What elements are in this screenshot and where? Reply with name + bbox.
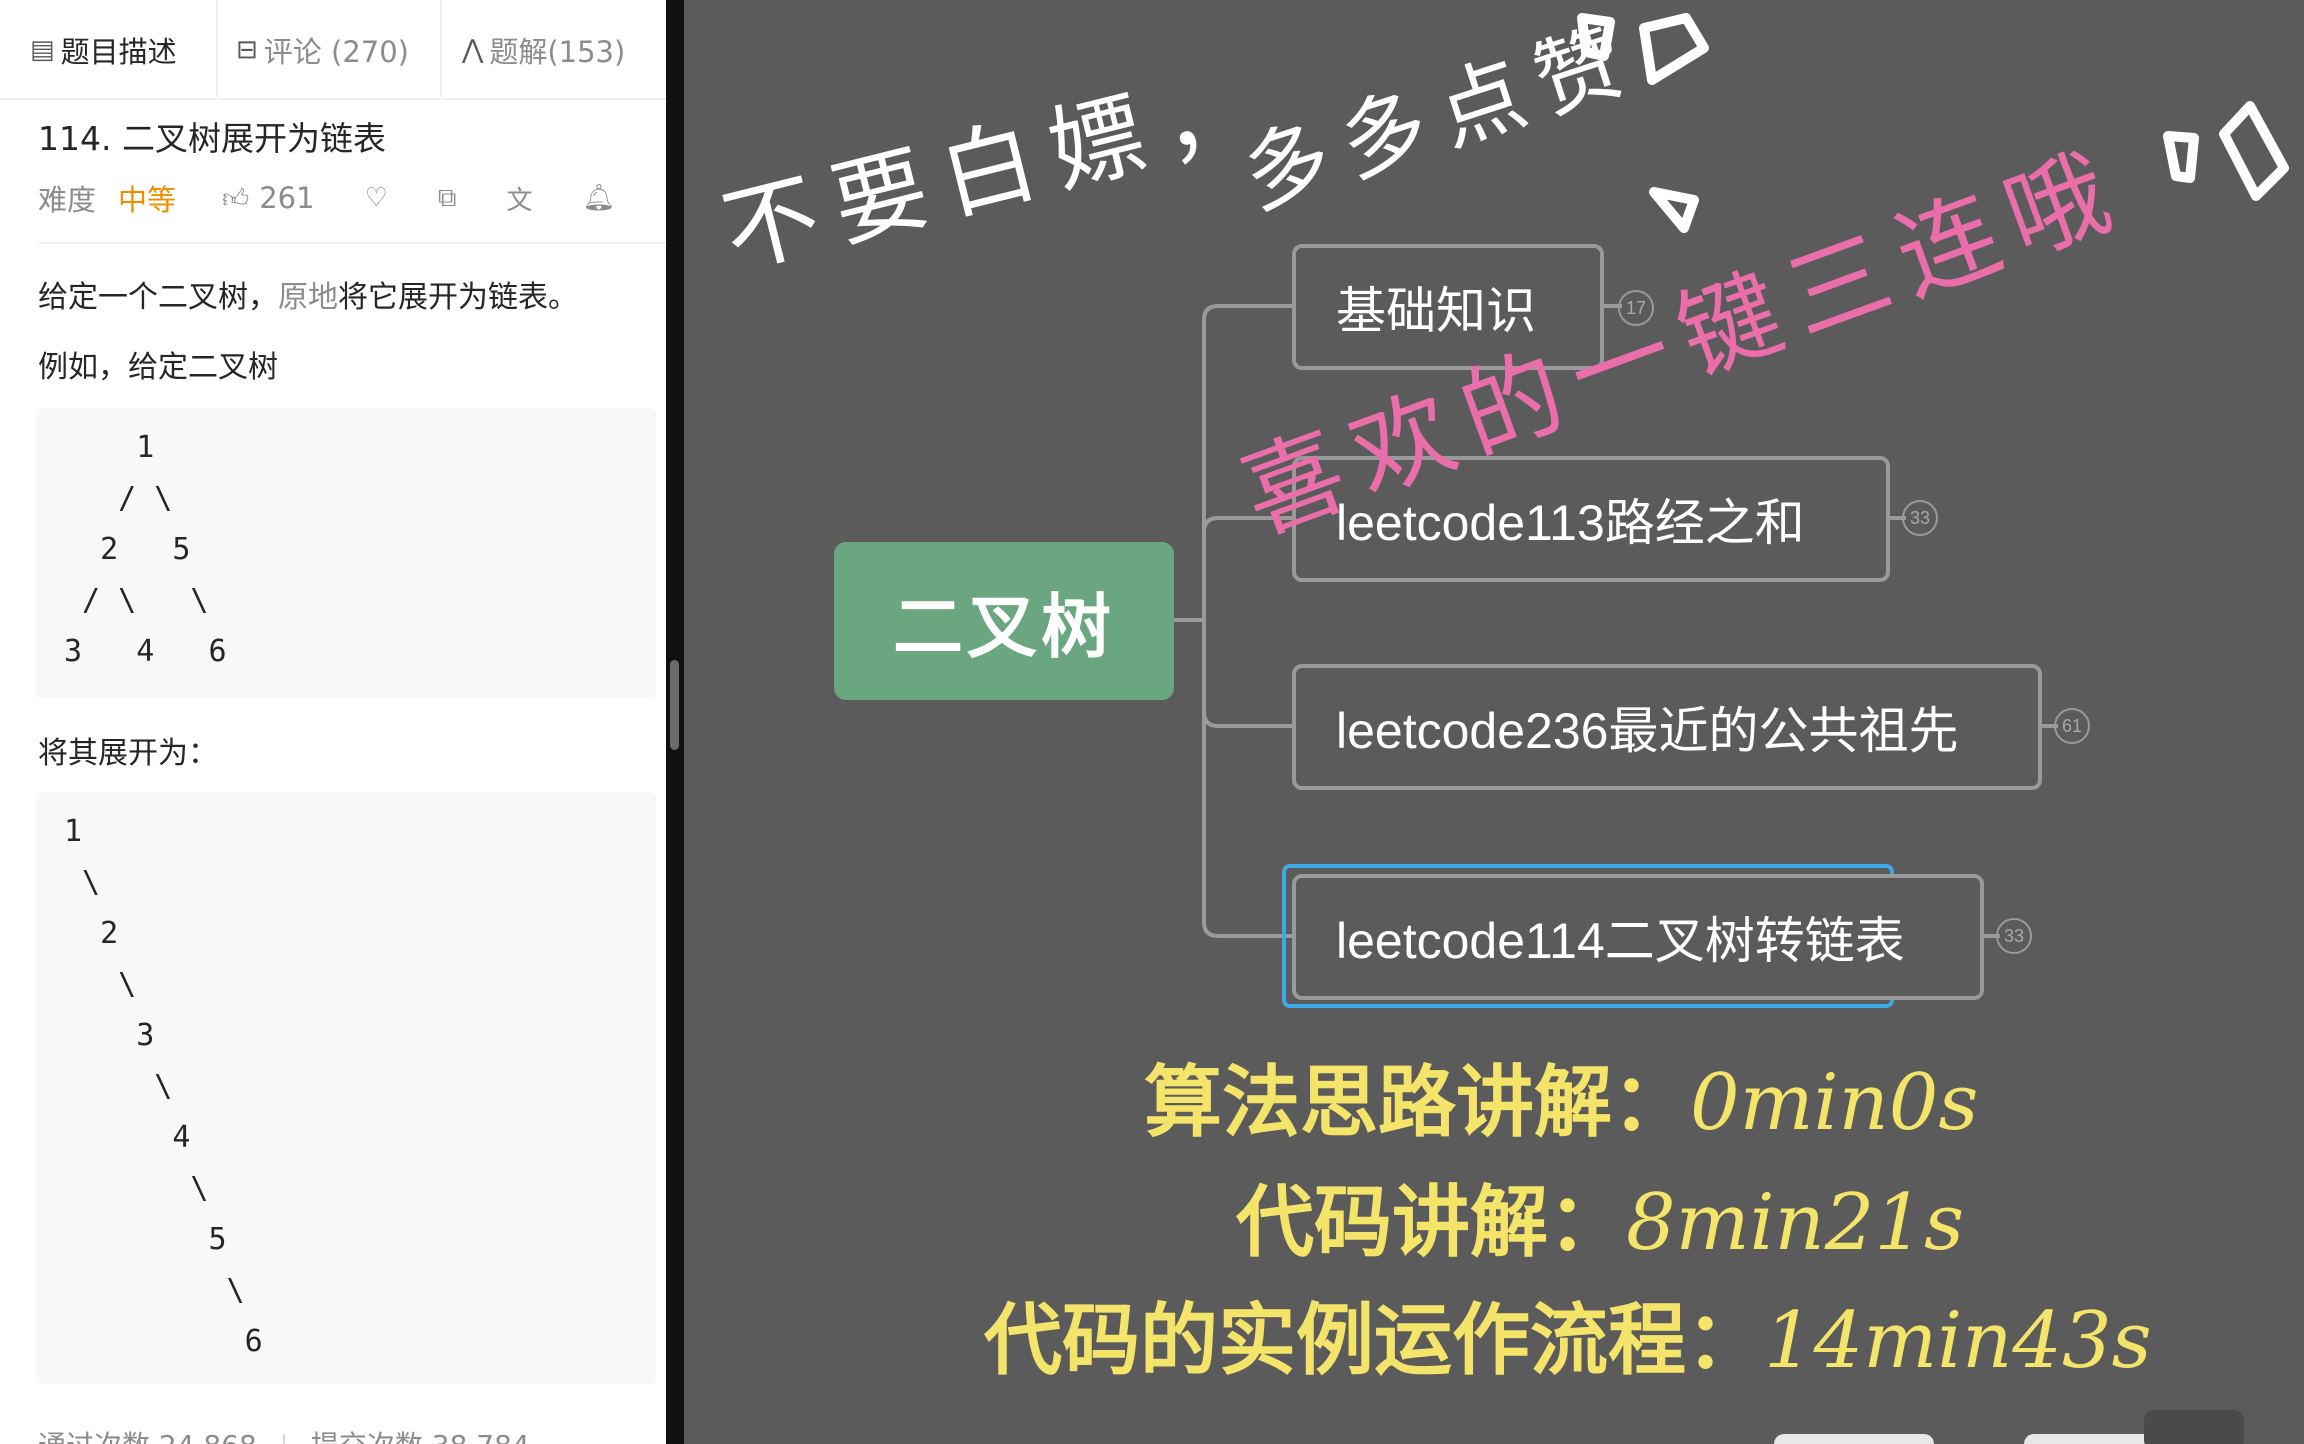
connector-line <box>1202 620 1292 938</box>
heart-icon[interactable]: ♡ <box>365 183 388 213</box>
code-line: \ <box>64 1273 245 1308</box>
submission-stats: 通过次数 24,868 提交次数 38,784 <box>38 1424 530 1444</box>
mindmap-root-node[interactable]: 二叉树 <box>834 542 1174 700</box>
problem-description: 给定一个二叉树，原地将它展开为链表。 <box>38 272 578 316</box>
desc-highlight: 原地 <box>278 280 338 315</box>
mindmap-node-lc236[interactable]: leetcode236最近的公共祖先 <box>1292 664 2042 790</box>
code-line: \ <box>64 1069 173 1104</box>
code-line: \ <box>64 967 137 1002</box>
tab-comments[interactable]: ⊟ 评论 (270) <box>236 28 409 72</box>
timing-label: 代码的实例运作流程： <box>984 1296 1765 1386</box>
share-icon[interactable]: ⧉ <box>438 183 457 214</box>
timing-line: 代码的实例运作流程：14min43s <box>984 1278 2152 1390</box>
drag-handle[interactable] <box>670 660 679 750</box>
timing-value: 0min0s <box>1690 1058 1979 1148</box>
tab-divider <box>216 0 218 100</box>
mindmap-node-lc114[interactable]: leetcode114二叉树转链表 <box>1292 874 1984 1000</box>
comment-icon: ⊟ <box>236 35 258 65</box>
code-line: / \ <box>64 481 173 516</box>
tab-divider <box>440 0 442 100</box>
emphasis-mark <box>2219 101 2289 201</box>
code-line: \ <box>64 1171 209 1206</box>
node-label: leetcode114二叉树转链表 <box>1336 913 1905 969</box>
node-count-badge[interactable]: 33 <box>1996 918 2032 954</box>
translate-icon[interactable]: 文 <box>506 180 532 217</box>
emphasis-mark <box>2163 131 2199 183</box>
like-count: 261 <box>259 181 315 215</box>
bell-icon[interactable]: 🔔︎ <box>582 183 615 213</box>
node-count-badge[interactable]: 33 <box>1902 500 1938 536</box>
example-tree-block: 1 / \ 2 5 / \ \ 3 4 6 <box>36 408 656 698</box>
mindmap-canvas: 二叉树 基础知识 17 leetcode113路经之和 33 leetcode2… <box>684 0 2304 1444</box>
timing-value: 8min21s <box>1626 1178 1965 1268</box>
code-line: 5 <box>64 1222 227 1257</box>
tab-comments-label: 评论 (270) <box>263 35 409 69</box>
expand-intro: 将其展开为： <box>38 736 218 771</box>
timing-label: 代码讲解： <box>1236 1178 1627 1268</box>
emphasis-mark <box>1639 13 1709 85</box>
code-line: 1 <box>64 814 83 849</box>
problem-panel: ▤ 题目描述 ⊟ 评论 (270) ⋀ 题解(153) 114. 二叉树展开为链… <box>0 0 666 1444</box>
code-line: 3 4 6 <box>64 634 227 669</box>
expanded-list-block: 1 \ 2 \ 3 \ 4 \ 5 \ 6 <box>36 792 656 1384</box>
code-line: 2 5 <box>64 532 191 567</box>
description-icon: ▤ <box>30 35 55 65</box>
tab-solutions-label: 题解(153) <box>489 35 626 69</box>
code-line: \ <box>64 865 101 900</box>
difficulty-badge: 中等 <box>118 183 177 217</box>
node-label: leetcode236最近的公共祖先 <box>1336 703 1959 759</box>
code-line: 2 <box>64 916 119 951</box>
stat-divider <box>282 1434 285 1444</box>
submitted-count: 提交次数 38,784 <box>311 1429 530 1444</box>
problem-title: 114. 二叉树展开为链表 <box>38 119 386 158</box>
problem-meta: 难度 中等 👍︎ 261 ♡ ⧉ 文 🔔︎ <box>38 178 665 218</box>
node-count-badge[interactable]: 61 <box>2054 708 2090 744</box>
code-line: 6 <box>64 1324 263 1359</box>
code-line: / \ \ <box>64 583 209 618</box>
code-line: 3 <box>64 1018 155 1053</box>
passed-count: 通过次数 24,868 <box>38 1429 257 1444</box>
split-divider[interactable] <box>666 0 684 1444</box>
code-line: 1 <box>64 430 155 465</box>
difficulty-label: 难度 <box>38 183 97 217</box>
timing-line: 代码讲解：8min21s <box>1236 1160 1964 1272</box>
tab-description[interactable]: ▤ 题目描述 <box>30 28 177 72</box>
example-intro: 例如，给定二叉树 <box>38 350 278 385</box>
timing-value: 14min43s <box>1764 1296 2152 1386</box>
bottom-pill[interactable] <box>1774 1434 1934 1444</box>
timing-line: 算法思路讲解：0min0s <box>1144 1040 1978 1152</box>
thumbs-up-icon: 👍︎ <box>222 183 250 214</box>
desc-text: 给定一个二叉树， <box>38 280 278 315</box>
connector-line <box>1202 620 1292 728</box>
like-button[interactable]: 👍︎ 261 <box>222 181 315 215</box>
tab-description-label: 题目描述 <box>60 35 177 69</box>
problem-tabs: ▤ 题目描述 ⊟ 评论 (270) ⋀ 题解(153) <box>0 0 666 100</box>
desc-text: 将它展开为链表。 <box>338 280 578 315</box>
divider <box>38 242 666 244</box>
bottom-control[interactable] <box>2144 1410 2244 1444</box>
tab-solutions[interactable]: ⋀ 题解(153) <box>462 28 625 72</box>
timing-label: 算法思路讲解： <box>1144 1058 1691 1148</box>
code-line: 4 <box>64 1120 191 1155</box>
emphasis-mark <box>1649 187 1699 233</box>
solution-icon: ⋀ <box>462 35 484 65</box>
